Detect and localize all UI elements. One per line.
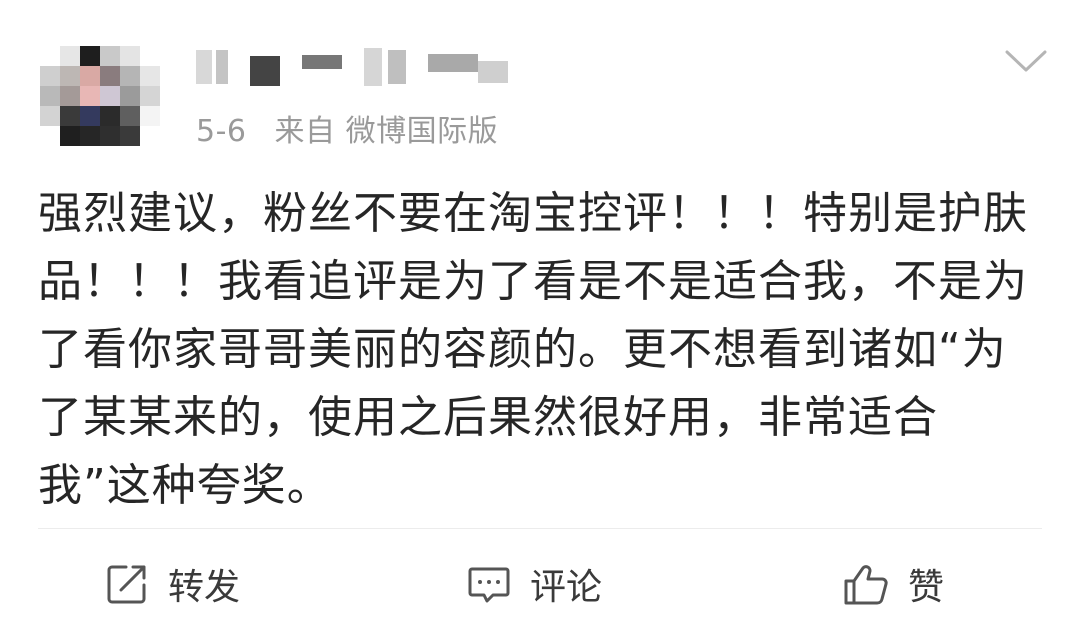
weibo-post: 5-6 来自 微博国际版 强烈建议，粉丝不要在淘宝控评！！！特别是护肤品！！！我… bbox=[0, 0, 1080, 630]
comment-icon bbox=[466, 561, 512, 607]
comment-button[interactable]: 评论 bbox=[466, 556, 602, 612]
post-source[interactable]: 来自 微博国际版 bbox=[275, 114, 499, 149]
like-label: 赞 bbox=[908, 567, 945, 608]
repost-button[interactable]: 转发 bbox=[104, 556, 240, 612]
post-content: 强烈建议，粉丝不要在淘宝控评！！！特别是护肤品！！！我看追评是为了看是不是适合我… bbox=[38, 188, 1028, 511]
repost-label: 转发 bbox=[168, 567, 241, 608]
repost-icon bbox=[104, 561, 150, 607]
post-date: 5-6 bbox=[196, 114, 247, 149]
post-meta: 5-6 来自 微博国际版 bbox=[196, 106, 498, 150]
like-icon bbox=[842, 560, 890, 608]
comment-label: 评论 bbox=[530, 567, 603, 608]
chevron-down-icon[interactable] bbox=[1004, 46, 1048, 76]
username-obscured[interactable] bbox=[196, 46, 576, 88]
avatar[interactable] bbox=[40, 46, 160, 146]
divider bbox=[38, 528, 1042, 529]
like-button[interactable]: 赞 bbox=[842, 556, 944, 612]
